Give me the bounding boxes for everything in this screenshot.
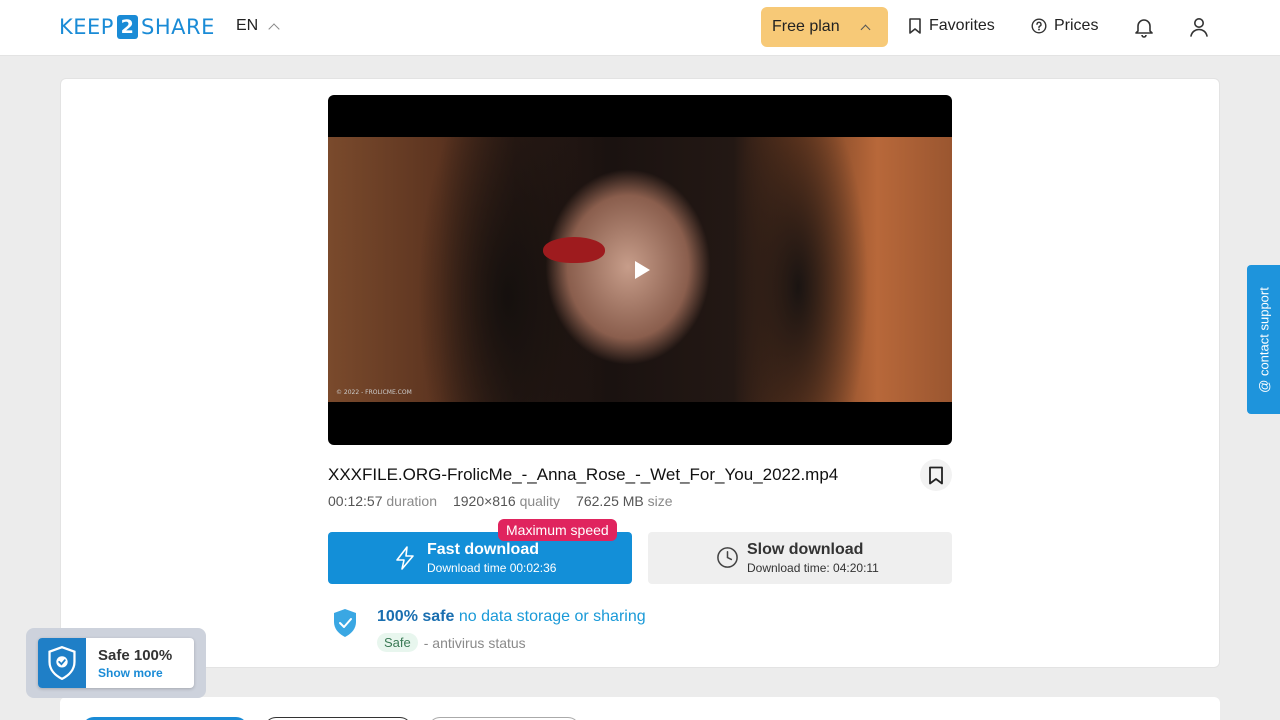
logo-share: SHARE (140, 15, 215, 39)
shield-check-icon (334, 609, 356, 637)
status-text: - antivirus status (423, 634, 526, 651)
safety-soft: no data storage or sharing (458, 608, 646, 625)
bookmark-icon (929, 466, 943, 484)
status-badge: Safe (377, 633, 418, 652)
bell-icon (1135, 19, 1153, 38)
maximum-speed-badge: Maximum speed (498, 519, 617, 541)
video-watermark: © 2022 - FROLICME.COM (336, 389, 412, 396)
account-button[interactable] (1187, 15, 1211, 39)
size: 762.25 MB size (576, 493, 673, 509)
slow-download-time: Download time: 04:20:11 (747, 561, 879, 575)
prices-link[interactable]: Prices (1031, 17, 1098, 35)
safety-statement: 100% safe no data storage or sharing (377, 608, 646, 626)
file-card: © 2022 - FROLICME.COM XXXFILE.ORG-Frolic… (60, 78, 1220, 668)
top-header: KEEP 2 SHARE EN Free plan Favorites Pric… (0, 0, 1280, 56)
shield-check-icon (48, 646, 76, 680)
notifications-button[interactable] (1132, 15, 1156, 39)
safe-widget-inner: Safe 100% Show more (38, 638, 194, 688)
favorites-label: Favorites (929, 17, 995, 34)
user-icon (1190, 18, 1208, 37)
slow-download-title: Slow download (747, 541, 864, 558)
lightning-icon (396, 546, 414, 570)
plan-label: Free plan (772, 18, 840, 35)
quality-label: quality (519, 493, 561, 509)
quality-value: 1920×816 (452, 493, 516, 509)
contact-support-label: @ contact support (1256, 286, 1271, 393)
duration: 00:12:57 duration (328, 493, 437, 509)
bottom-section (60, 697, 1220, 720)
clock-icon (717, 547, 738, 568)
safe-widget-shield (38, 638, 86, 688)
favorites-link[interactable]: Favorites (908, 17, 995, 35)
fast-download-title: Fast download (427, 541, 539, 558)
prices-label: Prices (1054, 17, 1099, 34)
contact-support-tab[interactable]: @ contact support (1247, 265, 1280, 414)
add-favorite-button[interactable] (920, 459, 952, 491)
logo-keep: KEEP (59, 15, 114, 39)
safe-widget[interactable]: Safe 100% Show more (26, 628, 206, 698)
language-selector[interactable]: EN (236, 17, 280, 35)
plan-button[interactable]: Free plan (761, 7, 888, 47)
file-name: XXXFILE.ORG-FrolicMe_-_Anna_Rose_-_Wet_F… (328, 465, 839, 484)
chevron-up-icon (268, 22, 280, 35)
safe-widget-title: Safe 100% (98, 647, 173, 664)
size-label: size (647, 493, 673, 509)
slow-download-button[interactable]: Slow download Download time: 04:20:11 (648, 532, 952, 584)
video-preview[interactable]: © 2022 - FROLICME.COM (328, 95, 952, 445)
help-circle-icon (1031, 18, 1047, 34)
video-still-detail (543, 237, 605, 263)
chevron-up-icon (860, 24, 871, 35)
keep2share-logo[interactable]: KEEP 2 SHARE (59, 15, 215, 39)
duration-value: 00:12:57 (328, 493, 383, 509)
antivirus-status: Safe - antivirus status (377, 633, 526, 652)
fast-download-time: Download time 00:02:36 (427, 561, 557, 575)
language-label: EN (236, 17, 259, 34)
safe-widget-link[interactable]: Show more (98, 666, 163, 680)
file-meta: 00:12:57 duration 1920×816 quality 762.2… (328, 493, 673, 509)
safety-strong: 100% safe (377, 608, 455, 625)
duration-label: duration (386, 493, 437, 509)
quality: 1920×816 quality (453, 493, 560, 509)
bookmark-icon (909, 18, 921, 34)
size-value: 762.25 MB (576, 493, 644, 509)
play-icon[interactable] (635, 261, 650, 279)
logo-number: 2 (116, 15, 138, 39)
